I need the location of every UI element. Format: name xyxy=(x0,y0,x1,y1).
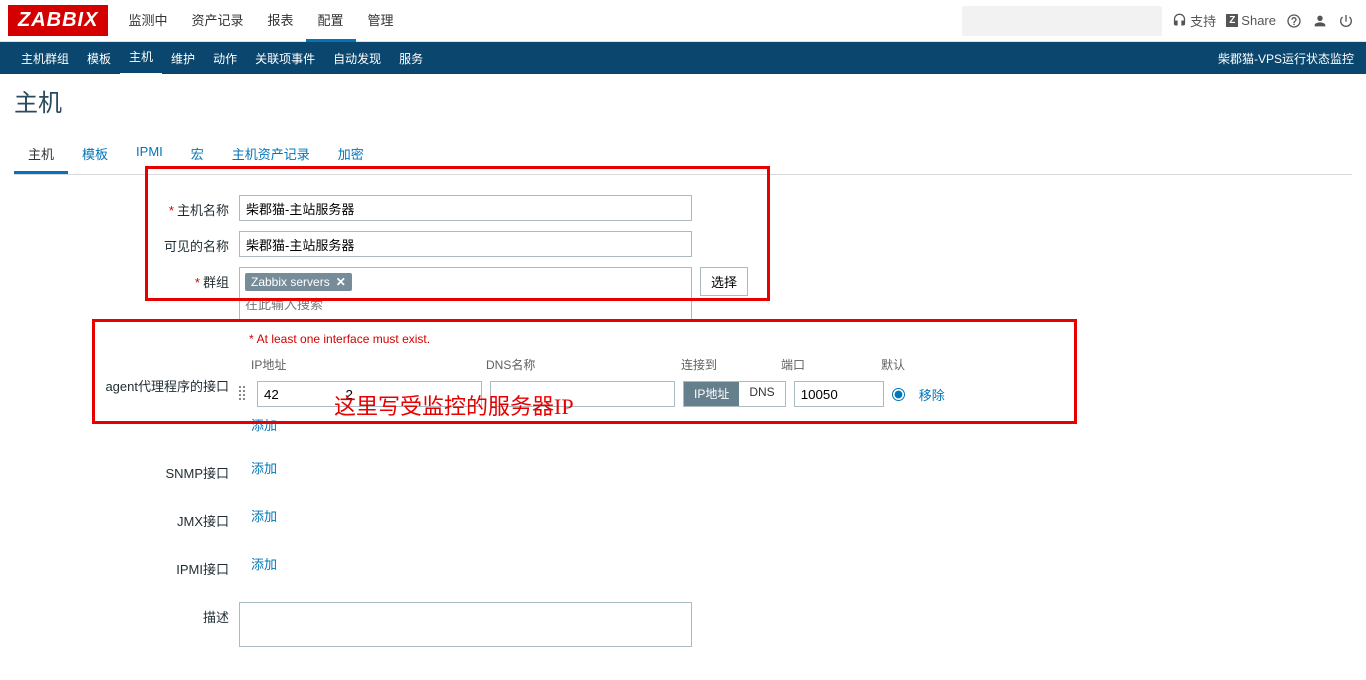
groups-multiselect[interactable]: Zabbix servers ✕ xyxy=(239,267,692,320)
logo[interactable]: ZABBIX xyxy=(8,5,108,36)
row-description: 描述 xyxy=(14,602,1352,650)
label-agent-interface: agent代理程序的接口 xyxy=(14,352,239,434)
row-snmp: SNMP接口 添加 xyxy=(14,458,1352,482)
share-label: Share xyxy=(1241,13,1276,28)
connect-dns-button[interactable]: DNS xyxy=(739,382,784,406)
connect-ip-button[interactable]: IP地址 xyxy=(684,382,739,406)
topnav-inventory[interactable]: 资产记录 xyxy=(179,0,255,42)
tab-ipmi[interactable]: IPMI xyxy=(122,136,177,174)
description-textarea[interactable] xyxy=(239,602,692,647)
logout-button[interactable] xyxy=(1338,13,1354,29)
label-ipmi: IPMI接口 xyxy=(14,554,239,578)
jmx-add-link[interactable]: 添加 xyxy=(239,506,277,525)
agent-ip-input[interactable] xyxy=(257,381,482,407)
support-link[interactable]: 支持 xyxy=(1172,11,1216,30)
drag-handle-icon[interactable] xyxy=(239,386,249,402)
form-area: *主机名称 可见的名称 *群组 Zabbix servers ✕ 选择 xyxy=(14,175,1352,650)
row-ipmi: IPMI接口 添加 xyxy=(14,554,1352,578)
agent-add-link[interactable]: 添加 xyxy=(251,418,277,433)
agent-interface-section: agent代理程序的接口 IP地址 DNS名称 连接到 端口 默认 xyxy=(14,352,1352,434)
subnav-hosts[interactable]: 主机 xyxy=(120,40,162,76)
subnav-event-correlation[interactable]: 关联项事件 xyxy=(246,42,324,75)
th-port: 端口 xyxy=(781,356,881,373)
group-pill-zabbix-servers: Zabbix servers ✕ xyxy=(245,273,352,291)
subnav-hostgroups[interactable]: 主机群组 xyxy=(12,42,78,75)
power-icon xyxy=(1338,13,1354,29)
row-host-name: *主机名称 xyxy=(14,195,1352,221)
topnav-configuration[interactable]: 配置 xyxy=(306,0,356,42)
topbar: ZABBIX 监测中 资产记录 报表 配置 管理 支持 Z Share xyxy=(0,0,1366,42)
subnav-maintenance[interactable]: 维护 xyxy=(162,42,204,75)
topnav-administration[interactable]: 管理 xyxy=(356,0,406,42)
subnav-templates[interactable]: 模板 xyxy=(78,42,120,75)
page-content: 主机 主机 模板 IPMI 宏 主机资产记录 加密 *主机名称 可见的名称 *群… xyxy=(0,74,1366,680)
subnav-discovery[interactable]: 自动发现 xyxy=(324,42,390,75)
subnav-right-label: 柴郡猫-VPS运行状态监控 xyxy=(1218,50,1354,67)
row-visible-name: 可见的名称 xyxy=(14,231,1352,257)
tab-host[interactable]: 主机 xyxy=(14,136,68,174)
topnav-monitoring[interactable]: 监测中 xyxy=(116,0,179,42)
agent-dns-input[interactable] xyxy=(490,381,675,407)
top-nav: 监测中 资产记录 报表 配置 管理 xyxy=(116,0,405,42)
agent-remove-link[interactable]: 移除 xyxy=(919,385,945,404)
tab-macros[interactable]: 宏 xyxy=(177,136,218,174)
subnav-services[interactable]: 服务 xyxy=(390,42,432,75)
snmp-add-link[interactable]: 添加 xyxy=(239,458,277,477)
groups-select-button[interactable]: 选择 xyxy=(700,267,748,296)
remove-group-icon[interactable]: ✕ xyxy=(336,275,346,289)
label-snmp: SNMP接口 xyxy=(14,458,239,482)
label-jmx: JMX接口 xyxy=(14,506,239,530)
sub-nav: 主机群组 模板 主机 维护 动作 关联项事件 自动发现 服务 柴郡猫-VPS运行… xyxy=(0,42,1366,74)
label-host-name: *主机名称 xyxy=(14,195,239,219)
share-badge-icon: Z xyxy=(1226,14,1238,27)
tab-inventory[interactable]: 主机资产记录 xyxy=(218,136,324,174)
tab-encryption[interactable]: 加密 xyxy=(324,136,378,174)
input-host-name[interactable] xyxy=(239,195,692,221)
ipmi-add-link[interactable]: 添加 xyxy=(239,554,277,573)
support-label: 支持 xyxy=(1190,11,1216,30)
label-description: 描述 xyxy=(14,602,239,626)
row-jmx: JMX接口 添加 xyxy=(14,506,1352,530)
interface-required-warning: *At least one interface must exist. xyxy=(14,330,1352,352)
tab-bar: 主机 模板 IPMI 宏 主机资产记录 加密 xyxy=(14,136,1352,175)
help-icon xyxy=(1286,13,1302,29)
th-default: 默认 xyxy=(881,356,941,373)
label-groups: *群组 xyxy=(14,267,239,291)
top-tools: 支持 Z Share xyxy=(962,6,1366,36)
search-box xyxy=(962,6,1162,36)
groups-search-input[interactable] xyxy=(243,293,688,316)
headset-icon xyxy=(1172,13,1187,28)
label-visible-name: 可见的名称 xyxy=(14,231,239,255)
tab-templates[interactable]: 模板 xyxy=(68,136,122,174)
agent-connect-toggle: IP地址 DNS xyxy=(683,381,786,407)
th-ip: IP地址 xyxy=(251,356,486,373)
subnav-actions[interactable]: 动作 xyxy=(204,42,246,75)
search-input[interactable] xyxy=(962,13,1155,28)
input-visible-name[interactable] xyxy=(239,231,692,257)
share-link[interactable]: Z Share xyxy=(1226,13,1276,28)
row-groups: *群组 Zabbix servers ✕ 选择 xyxy=(14,267,1352,320)
user-icon xyxy=(1312,13,1328,29)
help-button[interactable] xyxy=(1286,13,1302,29)
th-dns: DNS名称 xyxy=(486,356,681,373)
th-conn: 连接到 xyxy=(681,356,781,373)
user-button[interactable] xyxy=(1312,13,1328,29)
agent-default-radio[interactable] xyxy=(892,388,905,401)
topnav-reports[interactable]: 报表 xyxy=(255,0,305,42)
page-title: 主机 xyxy=(14,83,1352,118)
agent-port-input[interactable] xyxy=(794,381,884,407)
